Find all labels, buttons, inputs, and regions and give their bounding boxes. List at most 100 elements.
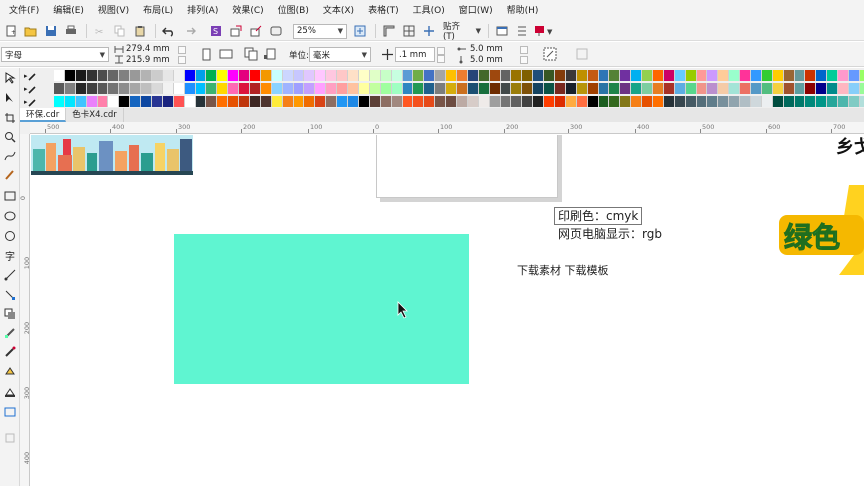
color-swatch[interactable] [130, 96, 142, 107]
color-swatch[interactable] [184, 96, 196, 107]
transparency-tool-icon[interactable] [2, 325, 18, 341]
import-icon[interactable] [227, 23, 244, 40]
color-swatch[interactable] [522, 83, 534, 94]
application-launcher-icon[interactable] [513, 23, 530, 40]
color-swatch[interactable] [162, 83, 174, 94]
draw-boxes-icon[interactable] [576, 48, 588, 60]
color-swatch[interactable] [97, 83, 109, 94]
color-swatch[interactable] [304, 70, 316, 81]
add-tool-icon[interactable] [2, 430, 18, 446]
connector-tool-icon[interactable] [2, 287, 18, 303]
color-swatch[interactable] [380, 96, 392, 107]
color-swatch[interactable] [620, 70, 632, 81]
color-swatch[interactable] [130, 83, 142, 94]
drop-shadow-tool-icon[interactable] [2, 306, 18, 322]
color-swatch[interactable] [293, 70, 305, 81]
color-swatch[interactable] [435, 96, 447, 107]
color-swatch[interactable] [369, 96, 381, 107]
dup-y-spinner[interactable] [520, 56, 528, 64]
palette-scroll-control[interactable]: ▸ [24, 96, 50, 107]
color-swatch[interactable] [195, 83, 207, 94]
color-swatch[interactable] [761, 70, 773, 81]
publish-pdf-icon[interactable] [267, 23, 284, 40]
palette-scroll-control[interactable]: ▸ [24, 70, 50, 81]
color-swatch[interactable] [740, 70, 751, 81]
color-swatch[interactable] [217, 96, 229, 107]
color-swatch[interactable] [358, 70, 370, 81]
color-swatch[interactable] [173, 83, 185, 94]
color-swatch[interactable] [642, 70, 653, 81]
color-swatch[interactable] [391, 83, 403, 94]
color-swatch[interactable] [64, 83, 76, 94]
color-swatch[interactable] [282, 96, 294, 107]
cut-icon[interactable]: ✂ [91, 23, 108, 40]
interactive-fill-tool-icon[interactable] [2, 364, 18, 380]
color-swatch[interactable] [859, 70, 864, 81]
color-swatch[interactable] [533, 70, 545, 81]
color-swatch[interactable] [631, 83, 643, 94]
ruler-origin[interactable] [20, 122, 30, 134]
color-swatch[interactable] [326, 83, 338, 94]
color-swatch[interactable] [315, 83, 327, 94]
color-swatch[interactable] [152, 83, 163, 94]
color-swatch[interactable] [587, 83, 599, 94]
color-swatch[interactable] [391, 96, 403, 107]
print-color-note[interactable]: 印刷色：cmyk [554, 207, 643, 225]
color-swatch[interactable] [380, 70, 392, 81]
color-swatch[interactable] [674, 96, 686, 107]
color-swatch[interactable] [184, 70, 196, 81]
color-swatch[interactable] [54, 70, 65, 81]
color-swatch[interactable] [446, 70, 457, 81]
color-swatch[interactable] [467, 70, 479, 81]
menu-item[interactable]: 视图(V) [91, 0, 136, 22]
screen-color-note[interactable]: 网页电脑显示：rgb [558, 225, 662, 242]
horizontal-ruler[interactable]: 500 400 300 200 100 0 100 200 300 400 500 600 700 [30, 122, 864, 134]
color-swatch[interactable] [783, 83, 795, 94]
color-swatch[interactable] [554, 83, 566, 94]
save-icon[interactable] [42, 23, 59, 40]
color-swatch[interactable] [816, 96, 828, 107]
freehand-tool-icon[interactable] [2, 148, 18, 164]
color-swatch[interactable] [816, 70, 828, 81]
color-swatch[interactable] [152, 96, 163, 107]
color-swatch[interactable] [228, 83, 240, 94]
color-swatch[interactable] [64, 70, 76, 81]
color-swatch[interactable] [838, 96, 850, 107]
color-swatch[interactable] [729, 83, 741, 94]
color-swatch[interactable] [260, 70, 272, 81]
color-swatch[interactable] [435, 83, 447, 94]
color-swatch[interactable] [86, 83, 98, 94]
color-swatch[interactable] [740, 83, 751, 94]
color-swatch[interactable] [260, 96, 272, 107]
color-swatch[interactable] [446, 83, 457, 94]
paper-size-select[interactable]: 字母 ▼ [1, 47, 109, 62]
color-swatch[interactable] [729, 96, 741, 107]
color-swatch[interactable] [478, 96, 490, 107]
color-swatch[interactable] [718, 96, 730, 107]
parallel-dimension-tool-icon[interactable] [2, 267, 18, 283]
color-swatch[interactable] [849, 83, 860, 94]
color-swatch[interactable] [718, 83, 730, 94]
color-swatch[interactable] [849, 96, 860, 107]
color-swatch[interactable] [794, 96, 806, 107]
color-swatch[interactable] [620, 83, 632, 94]
color-swatch[interactable] [75, 96, 87, 107]
color-swatch[interactable] [64, 96, 76, 107]
rectangle-tool-icon[interactable] [2, 188, 18, 204]
show-guidelines-icon[interactable] [420, 23, 437, 40]
width-spinner[interactable] [178, 46, 186, 54]
redo-icon[interactable] [180, 23, 204, 40]
color-swatch[interactable] [348, 96, 359, 107]
color-swatch[interactable] [685, 83, 697, 94]
color-swatch[interactable] [794, 70, 806, 81]
color-swatch[interactable] [751, 70, 762, 81]
menu-item[interactable]: 表格(T) [361, 0, 406, 22]
color-swatch[interactable] [729, 70, 741, 81]
color-swatch[interactable] [609, 83, 621, 94]
color-swatch[interactable] [195, 70, 207, 81]
color-swatch[interactable] [685, 96, 697, 107]
menu-item[interactable]: 布局(L) [136, 0, 180, 22]
color-swatch[interactable] [511, 83, 523, 94]
color-swatch[interactable] [631, 96, 643, 107]
color-swatch[interactable] [707, 70, 719, 81]
